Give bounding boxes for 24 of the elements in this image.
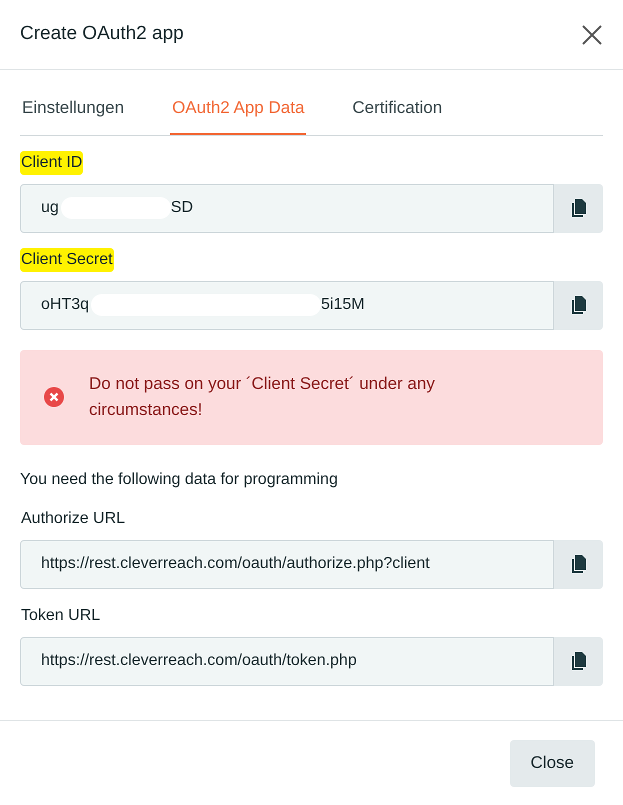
tab[interactable]: Einstellungen (20, 95, 126, 134)
copy-icon (570, 652, 586, 670)
dialog-title: Create OAuth2 app (20, 22, 184, 46)
error-icon (44, 387, 64, 407)
copy-icon (570, 555, 586, 573)
copy-icon (570, 296, 586, 314)
copy-button[interactable] (554, 184, 603, 232)
close-button[interactable]: Close (510, 740, 595, 786)
field-label: Client ID (20, 150, 84, 174)
copy-button[interactable] (554, 636, 603, 686)
field-label: Token URL (20, 606, 102, 626)
text-field[interactable]: https://rest.cleverreach.com/oauth/token.php (20, 636, 554, 686)
field-label: Authorize URL (20, 508, 126, 528)
alert-text: Do not pass on your ´Client Secret´ under any circumstances! (89, 373, 436, 421)
text-field[interactable]: https://rest.cleverreach.com/oauth/authorize.php?client (20, 540, 554, 588)
intro-text: You need the following data for programming (20, 470, 339, 490)
text-field[interactable]: ug SD (20, 184, 554, 232)
text-field[interactable]: oHT3q 5i15M (20, 280, 554, 330)
copy-icon (570, 199, 586, 217)
copy-button[interactable] (554, 540, 603, 588)
field-label: Client Secret (20, 248, 114, 272)
copy-button[interactable] (554, 280, 603, 330)
tab[interactable]: Certification (350, 95, 444, 134)
close-icon[interactable] (581, 24, 603, 46)
